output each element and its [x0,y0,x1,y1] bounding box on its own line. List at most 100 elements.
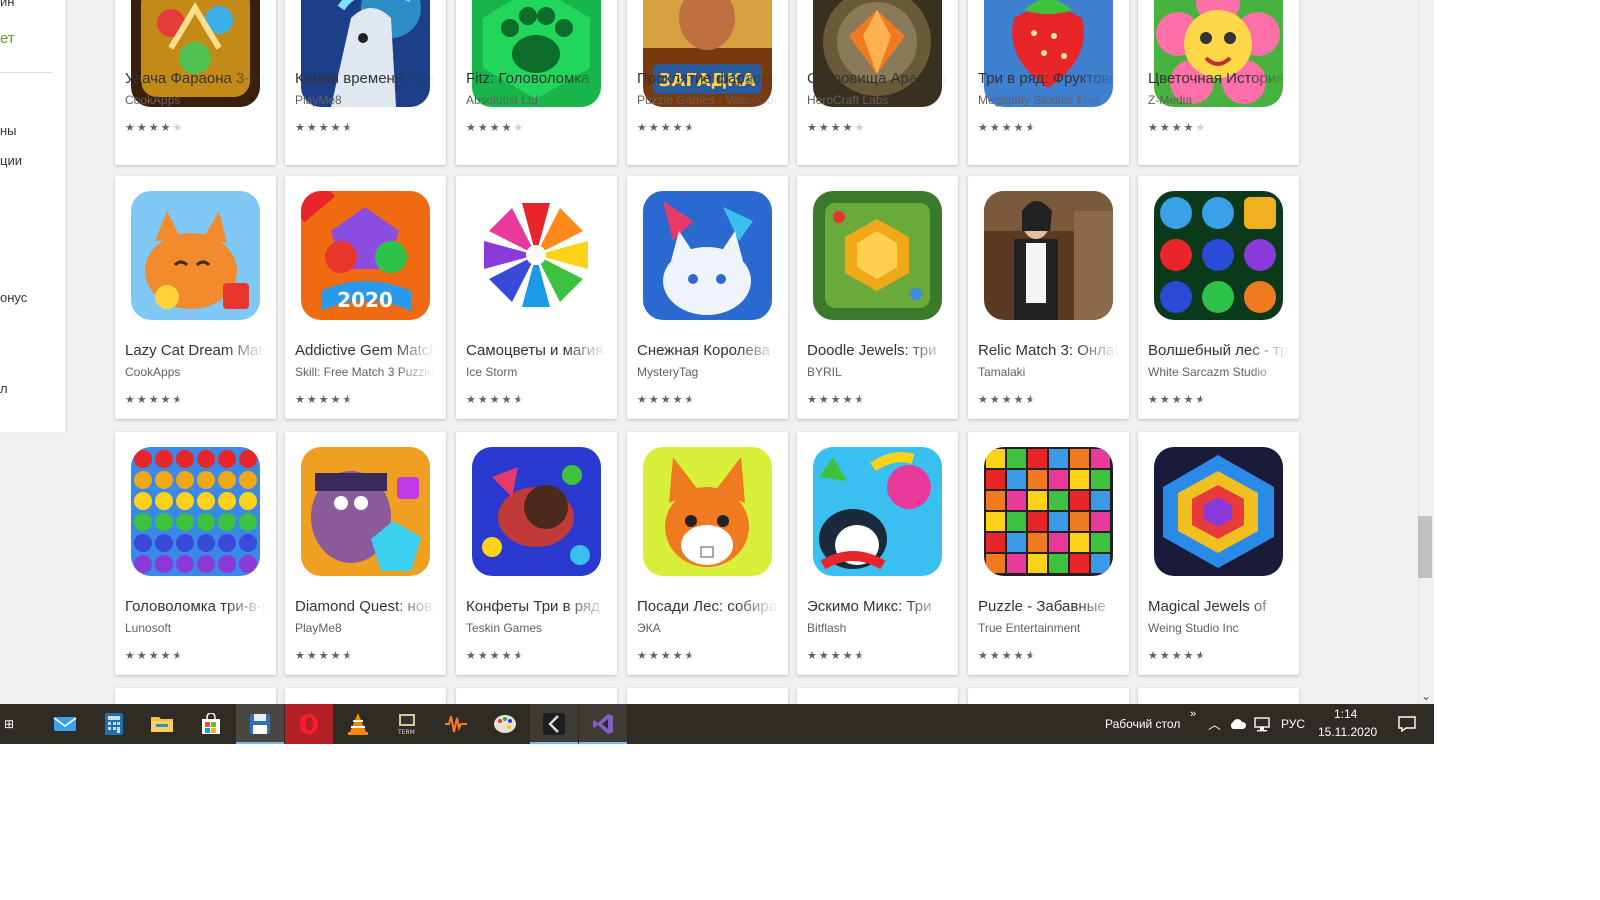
app-developer[interactable]: Ice Storm [466,365,607,379]
app-title[interactable]: Magical Jewels of [1148,598,1289,615]
app-icon[interactable] [1154,447,1283,576]
app-card[interactable]: Puzzle - Забавные True Entertainment ★★★★★ [968,432,1129,675]
sidebar-item-5[interactable]: онус [0,290,27,305]
app-developer[interactable]: CookApps [125,365,266,379]
app-card-partial[interactable] [1138,688,1299,704]
sidebar-item-1[interactable]: ин [0,0,14,9]
app-developer[interactable]: Bitflash [807,621,948,635]
app-card[interactable]: Снежная Королева MysteryTag ★★★★★ [627,176,788,419]
app-card[interactable]: Lazy Cat Dream Match CookApps ★★★★★ [115,176,276,419]
app-icon[interactable] [813,191,942,320]
app-title[interactable]: Проклятие фараона [637,70,778,87]
desktop-toolbar-label[interactable]: Рабочий стол [1105,717,1180,731]
app-icon[interactable] [813,447,942,576]
app-title[interactable]: Волшебный лес - три [1148,342,1289,359]
app-title[interactable]: Сокровища Арабеллы [807,70,948,87]
app-card[interactable]: Удача Фараона 3-в ряд CookApps ★★★★★ [115,0,276,165]
app-card-partial[interactable] [285,688,446,704]
network-icon[interactable] [1251,704,1273,744]
store-icon[interactable] [187,704,235,744]
app-developer[interactable]: PlayMe8 [295,93,436,107]
app-icon[interactable] [984,191,1113,320]
app-icon[interactable] [1154,0,1283,107]
mail-icon[interactable] [41,704,89,744]
app-developer[interactable]: ЭКА [637,621,778,635]
app-title[interactable]: Конфеты Три в ряд [466,598,607,615]
vlc-icon[interactable] [334,704,382,744]
app-card[interactable]: Самоцветы и магия Ice Storm ★★★★★ [456,176,617,419]
terminal-icon[interactable]: TERM [383,704,431,744]
app-developer[interactable]: Lunosoft [125,621,266,635]
app-card[interactable]: 2020 Addictive Gem Match Skill: Free Match… [285,176,446,419]
app-card[interactable]: Цветочная История Z-Media ★★★★★ [1138,0,1299,165]
app-title[interactable]: Удача Фараона 3-в ряд [125,70,266,87]
app-title[interactable]: Головоломка три-в-ряд [125,598,266,615]
opera-icon[interactable] [285,704,333,744]
app-card[interactable]: ЗАГАДКА Проклятие фараона Puzzle Games - V… [627,0,788,165]
scrollbar-thumb[interactable] [1418,516,1432,578]
app-card-partial[interactable] [968,688,1129,704]
app-developer[interactable]: Teskin Games [466,621,607,635]
app-title[interactable]: Doodle Jewels: три [807,342,948,359]
vscode-icon[interactable] [530,704,578,744]
app-icon[interactable] [984,447,1113,576]
sidebar-item-4[interactable]: ции [0,153,22,168]
scroll-down-arrow-icon[interactable]: ⌄ [1418,688,1434,704]
app-title[interactable]: Puzzle - Забавные [978,598,1119,615]
app-icon[interactable] [643,191,772,320]
onedrive-icon[interactable] [1227,704,1249,744]
app-card[interactable]: Magical Jewels of Weing Studio Inc ★★★★★ [1138,432,1299,675]
sidebar-item-3[interactable]: ны [0,123,17,138]
app-title[interactable]: Посади Лес: собирай [637,598,778,615]
clock-date[interactable]: 15.11.2020 [1318,725,1377,739]
app-title[interactable]: Relic Match 3: Онлайн [978,342,1119,359]
app-icon[interactable] [131,447,260,576]
show-hidden-icons-icon[interactable]: ︿ [1208,714,1221,733]
app-icon[interactable] [472,0,601,107]
app-developer[interactable]: True Entertainment [978,621,1119,635]
start-edge[interactable]: ⊞ [0,704,18,744]
app-developer[interactable]: BYRIL [807,365,948,379]
sidebar-item-6[interactable]: л [0,381,8,396]
app-icon[interactable] [131,191,260,320]
scrollbar-track[interactable] [1418,0,1434,704]
app-card[interactable]: Diamond Quest: новая PlayMe8 ★★★★★ [285,432,446,675]
app-title[interactable]: Камни времени: три в ряд [295,70,436,87]
app-title[interactable]: Три в ряд: Фруктовый [978,70,1119,87]
app-card[interactable]: Сокровища Арабеллы HeroCraft Labs ★★★★★ [797,0,958,165]
app-card-partial[interactable] [797,688,958,704]
app-card[interactable]: Конфеты Три в ряд Teskin Games ★★★★★ [456,432,617,675]
app-icon[interactable] [301,0,430,107]
app-card-partial[interactable] [115,688,276,704]
app-icon[interactable] [984,0,1113,107]
app-developer[interactable]: Tamalaki [978,365,1119,379]
app-developer[interactable]: Puzzle Games - VascoGames [637,93,778,107]
app-title[interactable]: Fitz: Головоломка [466,70,607,87]
app-developer[interactable]: White Sarcazm Studio [1148,365,1289,379]
app-developer[interactable]: MysteryTag [637,365,778,379]
app-title[interactable]: Addictive Gem Match [295,342,436,359]
app-card[interactable]: Камни времени: три в ряд PlayMe8 ★★★★★ [285,0,446,165]
app-developer[interactable]: Megaplay Studios Free [978,93,1119,107]
app-card[interactable]: Посади Лес: собирай ЭКА ★★★★★ [627,432,788,675]
notifications-icon[interactable] [1387,704,1427,744]
app-title[interactable]: Снежная Королева [637,342,778,359]
app-card-partial[interactable] [456,688,617,704]
app-title[interactable]: Цветочная История [1148,70,1289,87]
app-card[interactable]: Fitz: Головоломка Absolutist Ltd ★★★★★ [456,0,617,165]
app-title[interactable]: Diamond Quest: новая [295,598,436,615]
app-card[interactable]: Головоломка три-в-ряд Lunosoft ★★★★★ [115,432,276,675]
app-icon[interactable] [472,191,601,320]
language-indicator[interactable]: РУС [1281,717,1305,731]
app-card[interactable]: Relic Match 3: Онлайн Tamalaki ★★★★★ [968,176,1129,419]
save-icon[interactable] [236,704,284,744]
app-title[interactable]: Самоцветы и магия [466,342,607,359]
app-icon[interactable] [643,447,772,576]
app-developer[interactable]: Weing Studio Inc [1148,621,1289,635]
sidebar-item-2[interactable]: ет [0,30,15,47]
app-developer[interactable]: CookApps [125,93,266,107]
clock-time[interactable]: 1:14 [1334,707,1357,721]
app-icon[interactable] [1154,191,1283,320]
app-icon[interactable] [301,447,430,576]
audio-icon[interactable] [432,704,480,744]
